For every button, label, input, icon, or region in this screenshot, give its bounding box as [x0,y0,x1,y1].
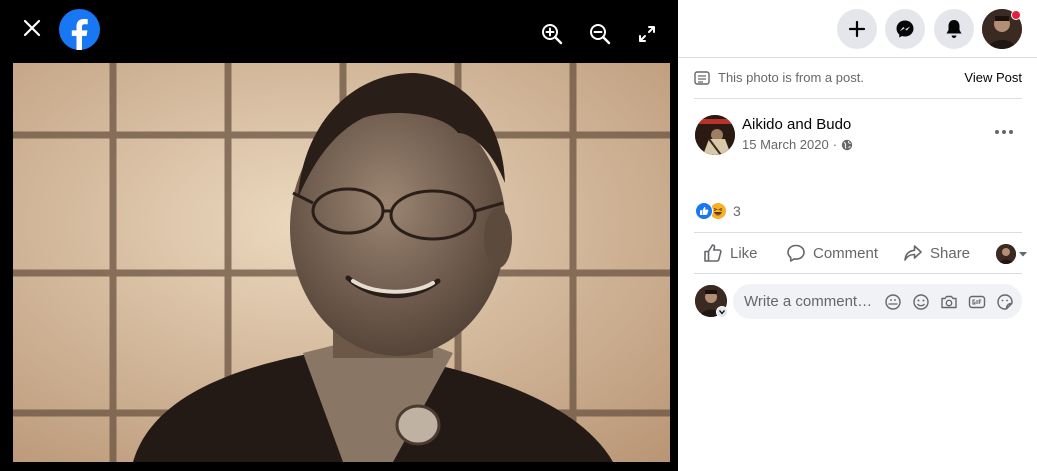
separator-dot: · [832,137,838,152]
avatar-sticker-icon[interactable] [883,292,902,311]
reaction-summary[interactable]: 3 [695,202,741,220]
zoom-in-icon[interactable] [540,22,564,46]
chevron-down-icon[interactable] [716,306,728,318]
share-icon [904,245,922,261]
camera-icon[interactable] [939,292,958,311]
messenger-icon [896,20,914,38]
post-note-text: This photo is from a post. [718,70,864,85]
caret-down-icon [1019,252,1027,257]
facebook-logo-icon[interactable] [59,9,100,50]
notifications-button[interactable] [934,9,974,49]
post-note: This photo is from a post. [694,70,864,85]
post-photo[interactable] [13,63,670,462]
messenger-button[interactable] [885,9,925,49]
comment-button[interactable]: Comment [786,243,878,263]
post-date[interactable]: 15 March 2020 [742,137,829,152]
photo-viewer [0,0,678,471]
divider [694,232,1022,233]
more-options-button[interactable] [990,122,1018,142]
share-label: Share [930,244,971,262]
comment-icon [787,244,805,262]
post-panel: This photo is from a post. View Post Aik… [678,0,1037,471]
photo-viewer-page: This photo is from a post. View Post Aik… [0,0,1037,471]
comment-input[interactable] [744,293,884,310]
dot [1009,130,1013,134]
dot [1002,130,1006,134]
post-as-selector[interactable] [996,244,1028,264]
thumbs-up-icon [704,244,722,262]
share-button[interactable]: Share [903,243,970,263]
like-button[interactable]: Like [703,243,758,263]
comment-label: Comment [813,244,879,262]
create-button[interactable] [837,9,877,49]
view-post-link[interactable]: View Post [964,70,1022,85]
page-avatar[interactable] [695,115,735,155]
divider [694,98,1022,99]
avatar [996,244,1016,264]
plus-icon [848,20,866,38]
post-icon [694,70,710,85]
divider [678,57,1037,58]
post-meta: 15 March 2020 · [742,137,853,152]
gif-icon[interactable] [967,292,986,311]
reaction-count: 3 [733,203,741,219]
divider [694,273,1022,274]
emoji-icon[interactable] [911,292,930,311]
notification-dot [1011,10,1021,20]
zoom-out-icon[interactable] [588,22,612,46]
globe-icon[interactable] [841,139,853,151]
like-reaction-icon [695,202,713,220]
comment-composer[interactable] [733,284,1022,319]
dot [995,130,999,134]
bell-icon [946,20,962,38]
page-name[interactable]: Aikido and Budo [742,116,851,133]
sticker-icon[interactable] [995,292,1014,311]
fullscreen-icon[interactable] [638,25,656,43]
comment-tools [883,292,1014,311]
like-label: Like [730,244,758,262]
close-icon[interactable] [18,14,46,42]
